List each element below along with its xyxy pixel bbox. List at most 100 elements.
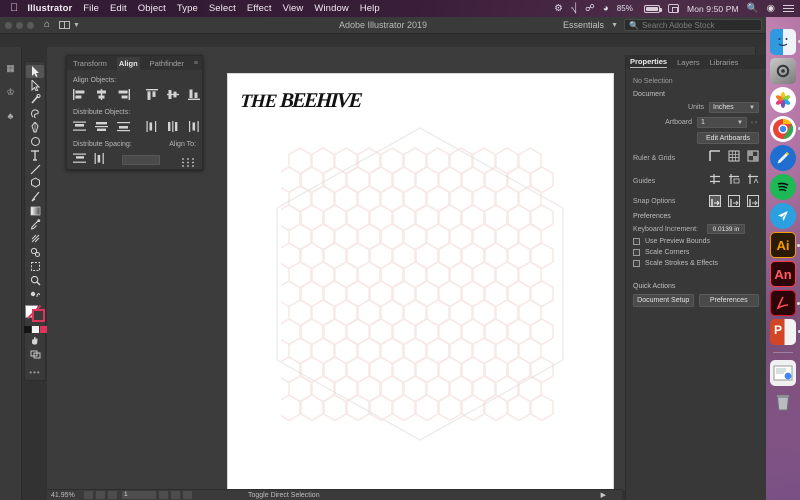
shaper-tool[interactable] <box>26 288 44 301</box>
last-artboard-button[interactable] <box>183 491 192 499</box>
airplay-icon[interactable]: ⎷ <box>571 3 577 14</box>
tab-transform[interactable]: Transform <box>71 57 109 70</box>
paintbrush-tool[interactable] <box>26 190 44 203</box>
dock-item-trash[interactable] <box>770 389 796 415</box>
artboard-stepper-arrows[interactable]: ‹› <box>751 120 759 126</box>
minimize-window-button[interactable] <box>16 22 23 29</box>
distribute-vertical-space-icon[interactable] <box>73 151 86 169</box>
home-icon[interactable]: ⌂ <box>44 20 50 30</box>
workspace-switcher-label[interactable]: Essentials <box>563 20 604 30</box>
tab-libraries[interactable]: Libraries <box>710 58 739 67</box>
menu-item-edit[interactable]: Edit <box>110 3 127 14</box>
artboard-number-field[interactable]: 1 <box>122 491 156 499</box>
honeycomb-artwork[interactable] <box>263 124 578 444</box>
use-preview-bounds-checkbox[interactable] <box>633 238 640 245</box>
distribute-bottom-icon[interactable] <box>117 119 130 137</box>
artboard-select[interactable]: 1 ▼ <box>697 117 747 128</box>
line-segment-tool[interactable] <box>26 163 44 176</box>
selection-tool[interactable] <box>26 65 44 78</box>
align-center-vertical-icon[interactable] <box>167 87 179 105</box>
dock-item-powerpoint[interactable]: P <box>770 319 796 345</box>
curvature-tool[interactable] <box>26 135 44 148</box>
dock-item-acrobat[interactable] <box>770 290 796 316</box>
grid-icon[interactable] <box>728 149 740 167</box>
fill-stroke-swatches[interactable] <box>25 305 45 322</box>
align-right-icon[interactable] <box>117 87 130 105</box>
align-panel[interactable]: Transform Align Pathfinder ≡ Align Objec… <box>66 55 203 170</box>
more-tools-button[interactable]: ••• <box>29 368 40 377</box>
lasso-tool[interactable] <box>26 107 44 120</box>
dock-item-document-window[interactable] <box>770 360 796 386</box>
tab-pathfinder[interactable]: Pathfinder <box>148 57 186 70</box>
preferences-button[interactable]: Preferences <box>699 294 760 307</box>
eyedropper-tool[interactable] <box>26 218 44 231</box>
align-center-horizontal-icon[interactable] <box>95 87 108 105</box>
distribute-center-horizontal-icon[interactable] <box>167 119 179 137</box>
align-bottom-icon[interactable] <box>188 87 200 105</box>
symbol-sprayer-tool[interactable] <box>26 246 44 259</box>
siri-icon[interactable]: ◉ <box>767 3 775 14</box>
menu-item-effect[interactable]: Effect <box>247 3 272 14</box>
distribute-horizontal-space-icon[interactable] <box>94 151 106 169</box>
spotlight-icon[interactable]: 🔍 <box>747 3 759 14</box>
dock-item-spotify[interactable] <box>770 174 796 200</box>
snap-to-pixel-icon[interactable] <box>747 195 759 207</box>
clover-icon[interactable]: ♣ <box>5 111 17 121</box>
pen-tool[interactable] <box>26 121 44 134</box>
artboard-dropdown-icon[interactable] <box>159 491 168 499</box>
stroke-swatch[interactable] <box>32 309 45 322</box>
color-swatch-icon[interactable] <box>24 326 31 333</box>
align-left-icon[interactable] <box>73 87 86 105</box>
dock-item-finder[interactable] <box>770 29 796 55</box>
menu-item-help[interactable]: Help <box>360 3 380 14</box>
use-preview-bounds-row[interactable]: Use Preview Bounds <box>633 238 759 245</box>
scale-corners-row[interactable]: Scale Corners <box>633 249 759 256</box>
blend-tool[interactable] <box>26 232 44 245</box>
tab-properties[interactable]: Properties <box>630 57 667 68</box>
dock-item-photos[interactable] <box>770 87 796 113</box>
adobe-stock-search-input[interactable]: 🔍 Search Adobe Stock <box>624 19 762 31</box>
bluetooth-icon[interactable]: ☍ <box>585 3 595 14</box>
dock-item-illustrator[interactable]: Ai <box>770 232 796 258</box>
menu-item-view[interactable]: View <box>283 3 304 14</box>
status-mode-label[interactable]: Toggle Direct Selection <box>248 492 320 499</box>
scale-strokes-effects-row[interactable]: Scale Strokes & Effects <box>633 260 759 267</box>
document-setup-button[interactable]: Document Setup <box>633 294 694 307</box>
menu-item-illustrator[interactable]: Illustrator <box>27 3 72 14</box>
scale-corners-checkbox[interactable] <box>633 249 640 256</box>
zoom-tool[interactable] <box>26 274 44 287</box>
zoom-level[interactable]: 41.95% <box>51 492 81 499</box>
free-transform-tool[interactable] <box>26 260 44 273</box>
units-select[interactable]: Inches ▼ <box>709 102 759 113</box>
snap-to-point-icon[interactable] <box>709 195 721 207</box>
dock-item-chrome[interactable] <box>770 116 796 142</box>
screen-mirror-icon[interactable] <box>668 4 679 13</box>
distribute-right-icon[interactable] <box>188 119 200 137</box>
menubar-clock[interactable]: Mon 9:50 PM <box>687 4 739 14</box>
wifi-icon[interactable]: ◕ <box>603 3 609 14</box>
magic-wand-tool[interactable] <box>26 93 44 106</box>
zoom-dropdown-icon[interactable] <box>84 491 93 499</box>
color-mode-swatches[interactable] <box>24 326 47 333</box>
prev-artboard-button[interactable] <box>108 491 117 499</box>
tab-align[interactable]: Align <box>117 57 140 70</box>
none-swatch-icon[interactable] <box>40 326 47 333</box>
tab-layers[interactable]: Layers <box>677 58 700 67</box>
chevron-down-icon[interactable]: ▼ <box>611 22 618 29</box>
maximize-window-button[interactable] <box>27 22 34 29</box>
smart-guides-icon[interactable] <box>747 172 759 190</box>
next-artboard-button[interactable] <box>171 491 180 499</box>
properties-panel[interactable]: Properties Layers Libraries No Selection… <box>625 55 766 500</box>
scale-strokes-effects-checkbox[interactable] <box>633 260 640 267</box>
menu-item-object[interactable]: Object <box>138 3 166 14</box>
snap-to-grid-icon[interactable] <box>728 195 740 207</box>
notification-center-icon[interactable] <box>783 4 794 13</box>
hand-tool[interactable] <box>26 334 44 347</box>
status-menu-chevron-icon[interactable]: ▶ <box>601 491 606 499</box>
direct-selection-tool[interactable] <box>26 79 44 92</box>
align-to-selection-icon[interactable] <box>181 155 196 166</box>
dock-item-animate[interactable]: An <box>770 261 796 287</box>
transparency-grid-icon[interactable] <box>747 149 759 167</box>
dock-item-system-preferences[interactable] <box>770 58 796 84</box>
menu-item-select[interactable]: Select <box>209 3 236 14</box>
